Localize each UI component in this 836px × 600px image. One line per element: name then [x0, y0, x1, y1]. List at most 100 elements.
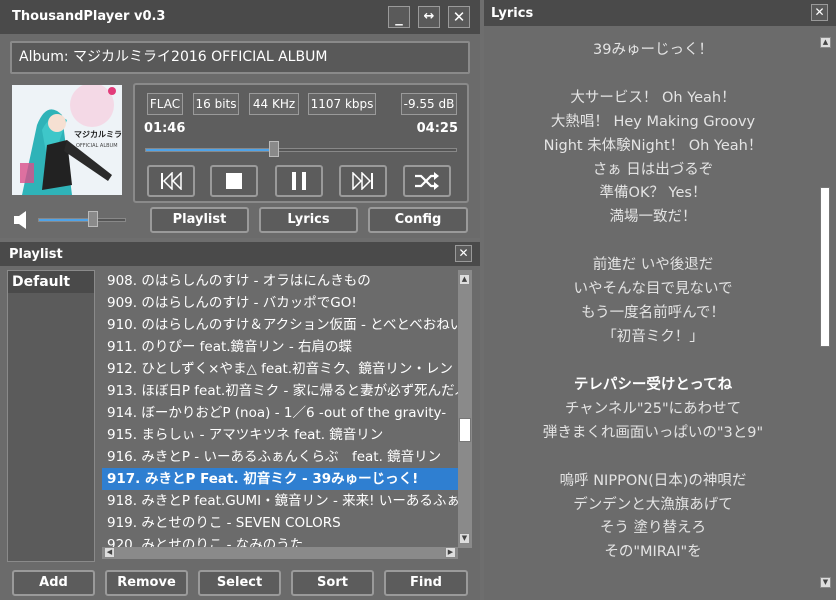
- lyrics-line: [488, 63, 818, 87]
- bitdepth-badge: 16 bits: [193, 93, 239, 115]
- add-button[interactable]: Add: [12, 570, 95, 596]
- format-badge: FLAC: [147, 93, 183, 115]
- volume-handle[interactable]: [87, 211, 98, 227]
- lyrics-line: デンデンと大漁旗あげて: [573, 496, 733, 513]
- lyrics-line: 満場一致だ！: [609, 209, 697, 226]
- playlist-track-row[interactable]: 917. みきとP Feat. 初音ミク - 39みゅーじっく!: [102, 468, 458, 490]
- previous-icon: [161, 172, 182, 190]
- samplerate-badge: 44 KHz: [249, 93, 299, 115]
- playlist-close-button[interactable]: ✕: [455, 245, 472, 262]
- lyrics-line: 弾きまくれ画面いっぱいの"3と9": [542, 424, 764, 441]
- shuffle-icon: [415, 172, 439, 190]
- volume-slider[interactable]: [38, 218, 126, 222]
- elapsed-time: 01:46: [144, 121, 186, 136]
- player-titlebar[interactable]: ThousandPlayer v0.3 _ ↔ ✕: [0, 0, 480, 34]
- playlist-track-row[interactable]: 909. のはらしんのすけ - バカッポでGO!: [102, 292, 458, 314]
- scroll-right-icon[interactable]: ▶: [445, 547, 456, 558]
- maximize-button[interactable]: ↔: [418, 6, 440, 28]
- playlist-track-row[interactable]: 914. ぼーかりおどP (noa) - 1／6 -out of the gra…: [102, 402, 458, 424]
- stop-icon: [226, 173, 242, 189]
- album-cover-art: マジカルミライ2016 OFFICIAL ALBUM: [12, 85, 122, 195]
- playlist-track-row[interactable]: 910. のはらしんのすけ＆アクション仮面 - とべとべおねいさん: [102, 314, 458, 336]
- group-default[interactable]: Default: [8, 271, 94, 293]
- previous-button[interactable]: [147, 165, 195, 197]
- lyrics-line: 前進だ いや後退だ: [592, 257, 714, 274]
- volume-icon[interactable]: [13, 210, 31, 230]
- player-title: ThousandPlayer v0.3: [12, 9, 166, 24]
- lyrics-line: もう一度名前呼んで！: [581, 304, 725, 321]
- playlist-track-row[interactable]: 916. みきとP - いーあるふぁんくらぶ feat. 鏡音リン: [102, 446, 458, 468]
- scroll-up-icon[interactable]: ▲: [459, 274, 470, 285]
- lyrics-scroll-up-icon[interactable]: ▲: [820, 37, 831, 48]
- cover-logo: マジカルミライ2016: [74, 130, 122, 139]
- total-time: 04:25: [416, 121, 458, 136]
- pause-button[interactable]: [275, 165, 323, 197]
- seek-fill: [146, 149, 275, 151]
- album-cover: マジカルミライ2016 OFFICIAL ALBUM: [12, 85, 122, 195]
- lyrics-line: さぁ 日は出づるぞ: [592, 161, 714, 178]
- scroll-down-icon[interactable]: ▼: [459, 533, 470, 544]
- lyrics-line: Night 未体験Night！ Oh Yeah！: [543, 137, 763, 154]
- lyrics-scrollbar[interactable]: ▲ ▼: [820, 37, 831, 588]
- lyrics-line: その"MIRAI"を: [604, 544, 702, 561]
- playlist-track-row[interactable]: 919. みとせのりこ - SEVEN COLORS: [102, 512, 458, 534]
- lyrics-line: いやそんな目で見ないで: [573, 281, 733, 298]
- lyrics-line: 大熱唱！ Hey Making Groovy: [550, 113, 756, 130]
- cover-sub: OFFICIAL ALBUM: [76, 143, 118, 149]
- lyrics-scroll-thumb[interactable]: [820, 187, 830, 347]
- lyrics-close-button[interactable]: ✕: [811, 4, 828, 21]
- playlist-track-row[interactable]: 918. みきとP feat.GUMI・鏡音リン - 来来! いーあるふぁんくら…: [102, 490, 458, 512]
- pause-icon: [292, 172, 306, 190]
- sort-button[interactable]: Sort: [291, 570, 374, 596]
- gain-badge: -9.55 dB: [401, 93, 457, 115]
- lyrics-window: Lyrics ✕ 39みゅーじっく！ 大サービス！ Oh Yeah！ 大熱唱！ He…: [484, 0, 836, 600]
- lyrics-current-line: テレパシー受けとってね: [573, 376, 733, 393]
- shuffle-button[interactable]: [403, 165, 451, 197]
- lyrics-lines: 39みゅーじっく！ 大サービス！ Oh Yeah！ 大熱唱！ Hey Making …: [488, 39, 818, 565]
- lyrics-button[interactable]: Lyrics: [259, 207, 358, 233]
- playlist-tracks: 908. のはらしんのすけ - オラはにんきもの 909. のはらしんのすけ - …: [102, 270, 458, 548]
- playlist-title: Playlist: [9, 247, 63, 262]
- volume-fill: [39, 219, 93, 221]
- playlist-track-row[interactable]: 915. まらしぃ - アマツキツネ feat. 鏡音リン: [102, 424, 458, 446]
- bitrate-badge: 1107 kbps: [308, 93, 376, 115]
- lyrics-line: 39みゅーじっく！: [593, 42, 713, 58]
- lyrics-line: [488, 350, 818, 374]
- playlist-titlebar[interactable]: Playlist ✕: [0, 242, 480, 266]
- playlist-horizontal-scrollbar[interactable]: ◀ ▶: [102, 547, 458, 559]
- seek-handle[interactable]: [269, 141, 280, 157]
- lyrics-body: 39みゅーじっく！ 大サービス！ Oh Yeah！ 大熱唱！ Hey Making …: [488, 27, 831, 595]
- next-button[interactable]: [339, 165, 387, 197]
- playlist-track-row[interactable]: 908. のはらしんのすけ - オラはにんきもの: [102, 270, 458, 292]
- config-button[interactable]: Config: [368, 207, 468, 233]
- close-button[interactable]: ✕: [448, 6, 470, 28]
- seek-bar[interactable]: [145, 148, 457, 152]
- remove-button[interactable]: Remove: [105, 570, 188, 596]
- playlist-vertical-scrollbar[interactable]: ▲ ▼: [458, 270, 472, 548]
- playlist-groups: Default: [7, 270, 95, 562]
- minimize-button[interactable]: _: [388, 6, 410, 28]
- lyrics-line: [488, 445, 818, 469]
- select-button[interactable]: Select: [198, 570, 281, 596]
- lyrics-line: 準備OK？ Yes！: [599, 185, 707, 202]
- playlist-track-row[interactable]: 913. ほぼ日P feat.初音ミク - 家に帰ると妻が必ず死んだふりをしてい…: [102, 380, 458, 402]
- player-window: ThousandPlayer v0.3 _ ↔ ✕ Album: マジカルミライ…: [0, 0, 480, 238]
- scroll-thumb[interactable]: [459, 418, 471, 442]
- lyrics-line: 「初音ミク！」: [602, 328, 704, 345]
- lyrics-line: 大サービス！ Oh Yeah！: [570, 90, 736, 107]
- playlist-track-row[interactable]: 920. みとせのりこ - なみのうた: [102, 534, 458, 548]
- scroll-left-icon[interactable]: ◀: [104, 547, 115, 558]
- find-button[interactable]: Find: [384, 570, 468, 596]
- lyrics-line: チャンネル"25"にあわせて: [564, 400, 742, 417]
- lyrics-line: [488, 230, 818, 254]
- lyrics-line: 嗚呼 NIPPON(日本)の神唄だ: [559, 472, 747, 489]
- playlist-track-row[interactable]: 911. のりぴー feat.鏡音リン - 右肩の蝶: [102, 336, 458, 358]
- lyrics-line: そう 塗り替えろ: [599, 520, 707, 537]
- lyrics-scroll-down-icon[interactable]: ▼: [820, 577, 831, 588]
- playlist-button[interactable]: Playlist: [150, 207, 249, 233]
- lyrics-title: Lyrics: [491, 6, 534, 21]
- album-line: Album: マジカルミライ2016 OFFICIAL ALBUM: [10, 41, 470, 74]
- stop-button[interactable]: [210, 165, 258, 197]
- lyrics-titlebar[interactable]: Lyrics ✕: [484, 0, 836, 26]
- playlist-track-row[interactable]: 912. ひとしずく×やま△ feat.初音ミク、鏡音リン・レン: [102, 358, 458, 380]
